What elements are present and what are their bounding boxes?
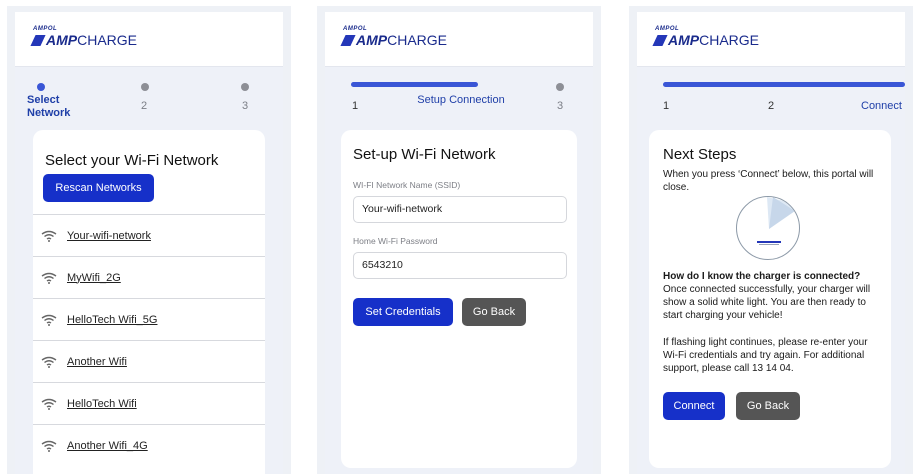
step-1-label: 1 <box>352 100 359 112</box>
wifi-icon <box>41 356 57 368</box>
network-item[interactable]: HelloTech Wifi <box>33 382 265 424</box>
network-list: Your-wifi-network MyWifi_2G HelloTech Wi… <box>33 214 265 466</box>
charger-image <box>736 196 800 260</box>
go-back-button[interactable]: Go Back <box>462 298 526 326</box>
wifi-icon <box>41 314 57 326</box>
step-1-dot <box>37 83 45 91</box>
status-answer: Once connected successfully, your charge… <box>663 284 871 321</box>
progress-bar <box>663 82 905 87</box>
network-item[interactable]: Another Wifi <box>33 340 265 382</box>
rescan-networks-button[interactable]: Rescan Networks <box>43 174 154 202</box>
step-3-label: 3 <box>242 100 249 112</box>
network-card: Select your Wi-Fi Network Rescan Network… <box>33 130 265 474</box>
next-steps-card: Next Steps When you press ‘Connect’ belo… <box>649 130 891 468</box>
card-title: Next Steps <box>663 146 737 163</box>
ssid-input[interactable]: Your-wifi-network <box>353 196 567 223</box>
ssid-label: WI-FI Network Name (SSID) <box>353 180 461 190</box>
wifi-icon <box>41 272 57 284</box>
ampcharge-logo: AMPOL AMP CHARGE <box>652 26 759 47</box>
progress-bar <box>351 82 478 87</box>
set-credentials-button[interactable]: Set Credentials <box>353 298 453 326</box>
app-header: AMPOL AMP CHARGE <box>325 12 593 67</box>
wifi-icon <box>41 230 57 242</box>
step-1-label: Select Network <box>27 94 71 119</box>
network-name: Another Wifi <box>67 355 127 368</box>
password-label: Home Wi-Fi Password <box>353 236 438 246</box>
status-question: How do I know the charger is connected? <box>663 271 861 282</box>
app-header: AMPOL AMP CHARGE <box>15 12 283 67</box>
step-2-label: 2 <box>141 100 148 112</box>
network-name: MyWifi_2G <box>67 271 121 284</box>
network-item[interactable]: MyWifi_2G <box>33 256 265 298</box>
step-indicator: 1 Setup Connection 3 <box>325 67 593 127</box>
network-name: HelloTech Wifi_5G <box>67 313 158 326</box>
ampcharge-logo: AMPOL AMP CHARGE <box>340 26 447 47</box>
flashing-help: If flashing light continues, please re-e… <box>663 337 868 374</box>
step-3-dot <box>241 83 249 91</box>
status-help: How do I know the charger is connected? … <box>663 270 885 322</box>
screen-setup-connection: AMPOL AMP CHARGE 1 Setup Connection 3 Set… <box>317 6 601 474</box>
step-2-dot <box>141 83 149 91</box>
step-3-label: Connect <box>861 100 902 112</box>
wifi-icon <box>41 440 57 452</box>
credentials-card: Set-up Wi-Fi Network WI-FI Network Name … <box>341 130 577 468</box>
screen-connect: AMPOL AMP CHARGE 1 2 Connect Next Steps W… <box>629 6 913 474</box>
network-name: Another Wifi_4G <box>67 439 148 452</box>
card-title: Select your Wi-Fi Network <box>45 152 219 169</box>
password-input[interactable]: 6543210 <box>353 252 567 279</box>
charger-icon <box>757 197 799 245</box>
network-item[interactable]: Another Wifi_4G <box>33 424 265 466</box>
screen-select-network: AMPOL AMP CHARGE Select Network 2 3 Selec… <box>7 6 291 474</box>
card-title: Set-up Wi-Fi Network <box>353 146 496 163</box>
network-name: Your-wifi-network <box>67 229 151 242</box>
step-3-dot <box>556 83 564 91</box>
step-2-label: Setup Connection <box>417 94 505 106</box>
network-name: HelloTech Wifi <box>67 397 137 410</box>
network-item[interactable]: HelloTech Wifi_5G <box>33 298 265 340</box>
connect-button[interactable]: Connect <box>663 392 725 420</box>
network-item[interactable]: Your-wifi-network <box>33 214 265 256</box>
ampcharge-logo: AMPOL AMP CHARGE <box>30 26 137 47</box>
app-header: AMPOL AMP CHARGE <box>637 12 905 67</box>
intro-text: When you press ‘Connect’ below, this por… <box>663 169 874 193</box>
step-indicator: Select Network 2 3 <box>15 67 283 127</box>
step-indicator: 1 2 Connect <box>637 67 905 127</box>
wifi-icon <box>41 398 57 410</box>
step-3-label: 3 <box>557 100 564 112</box>
go-back-button[interactable]: Go Back <box>736 392 800 420</box>
step-1-label: 1 <box>663 100 670 112</box>
step-2-label: 2 <box>768 100 775 112</box>
